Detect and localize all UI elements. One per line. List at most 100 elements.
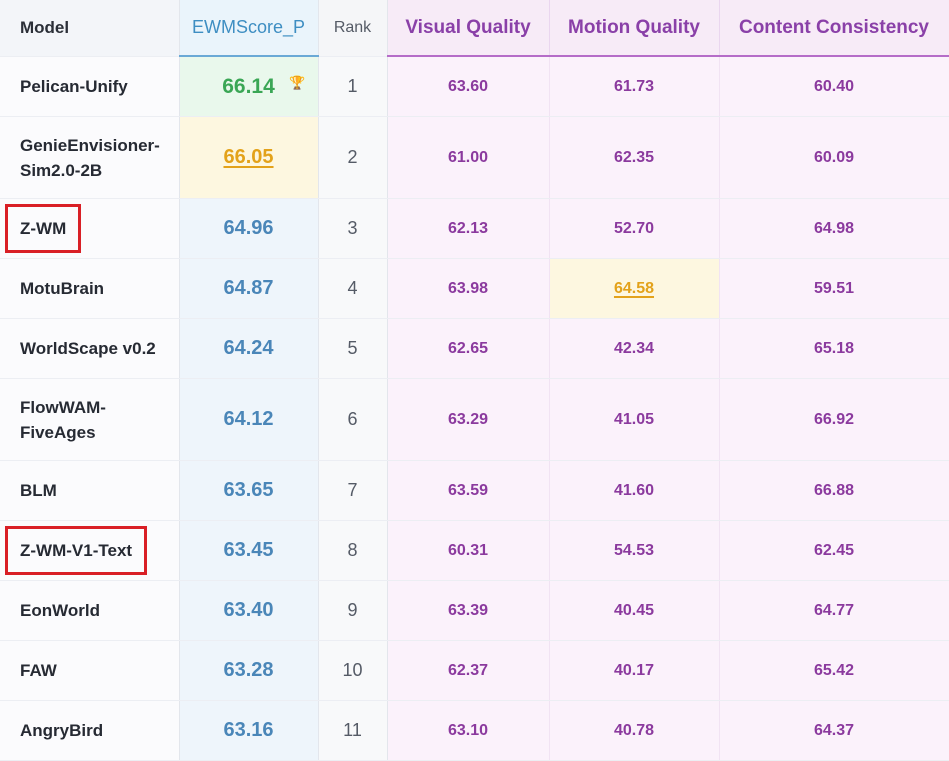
visual-quality-cell: 60.31 (387, 520, 550, 581)
motion-quality-best-value: 64.58 (613, 279, 655, 297)
ewmscore-cell: 64.12 (179, 378, 319, 461)
ewmscore-value: 64.12 (223, 408, 274, 430)
header-rank[interactable]: Rank (318, 0, 388, 57)
model-name: FlowWAM-FiveAges (0, 378, 180, 461)
model-name: WorldScape v0.2 (0, 318, 180, 379)
model-name: MotuBrain (0, 258, 180, 319)
content-consistency-cell: 64.77 (719, 580, 949, 641)
motion-quality-cell: 64.58 (549, 258, 720, 319)
model-name-highlighted: Z-WM-V1-Text (4, 526, 148, 575)
ewmscore-cell: 63.16 (179, 700, 319, 761)
ewmscore-cell: 64.96 (179, 198, 319, 259)
motion-quality-cell: 40.78 (549, 700, 720, 761)
table-row: Pelican-Unify 66.14 🏆 1 63.60 61.73 60.40 (0, 56, 949, 117)
motion-quality-cell: 52.70 (549, 198, 720, 259)
model-name: AngryBird (0, 700, 180, 761)
header-content-consistency[interactable]: Content Consistency (719, 0, 949, 57)
table-row: Z-WM-V1-Text 63.45 8 60.31 54.53 62.45 (0, 520, 949, 581)
model-name: Pelican-Unify (0, 56, 180, 117)
content-consistency-cell: 59.51 (719, 258, 949, 319)
visual-quality-cell: 62.65 (387, 318, 550, 379)
motion-quality-cell: 40.17 (549, 640, 720, 701)
model-name: GenieEnvisioner-Sim2.0-2B (0, 116, 180, 199)
rank-cell: 5 (318, 318, 388, 379)
table-row: Z-WM 64.96 3 62.13 52.70 64.98 (0, 198, 949, 259)
model-name-cell: Z-WM (0, 198, 180, 259)
motion-quality-cell: 61.73 (549, 56, 720, 117)
visual-quality-cell: 63.59 (387, 460, 550, 521)
rank-cell: 8 (318, 520, 388, 581)
content-consistency-cell: 65.18 (719, 318, 949, 379)
leaderboard-table: Model EWMScore_P Rank Visual Quality Mot… (0, 0, 949, 761)
table-row: MotuBrain 64.87 4 63.98 64.58 59.51 (0, 258, 949, 319)
motion-quality-cell: 54.53 (549, 520, 720, 581)
table-header: Model EWMScore_P Rank Visual Quality Mot… (0, 0, 949, 57)
ewmscore-cell: 63.65 (179, 460, 319, 521)
visual-quality-cell: 63.29 (387, 378, 550, 461)
visual-quality-cell: 63.39 (387, 580, 550, 641)
model-name: BLM (0, 460, 180, 521)
content-consistency-cell: 66.92 (719, 378, 949, 461)
rank-cell: 6 (318, 378, 388, 461)
ewmscore-value: 66.14 (222, 74, 275, 98)
rank-cell: 1 (318, 56, 388, 117)
ewmscore-cell: 64.87 (179, 258, 319, 319)
header-visual-quality[interactable]: Visual Quality (387, 0, 550, 57)
rank-cell: 4 (318, 258, 388, 319)
ewmscore-cell: 66.14 🏆 (179, 56, 319, 117)
ewmscore-value: 66.05 (223, 146, 274, 168)
model-name: FAW (0, 640, 180, 701)
ewmscore-value: 64.24 (223, 337, 274, 359)
content-consistency-cell: 62.45 (719, 520, 949, 581)
visual-quality-cell: 63.98 (387, 258, 550, 319)
motion-quality-cell: 62.35 (549, 116, 720, 199)
table-row: FAW 63.28 10 62.37 40.17 65.42 (0, 640, 949, 701)
table-row: FlowWAM-FiveAges 64.12 6 63.29 41.05 66.… (0, 378, 949, 461)
trophy-icon: 🏆 (289, 75, 306, 90)
ewmscore-value: 63.16 (223, 719, 274, 741)
ewmscore-cell: 64.24 (179, 318, 319, 379)
ewmscore-cell: 63.40 (179, 580, 319, 641)
visual-quality-cell: 61.00 (387, 116, 550, 199)
motion-quality-cell: 41.60 (549, 460, 720, 521)
content-consistency-cell: 60.09 (719, 116, 949, 199)
content-consistency-cell: 66.88 (719, 460, 949, 521)
table-row: WorldScape v0.2 64.24 5 62.65 42.34 65.1… (0, 318, 949, 379)
table-row: EonWorld 63.40 9 63.39 40.45 64.77 (0, 580, 949, 641)
visual-quality-cell: 62.13 (387, 198, 550, 259)
ewmscore-cell: 63.28 (179, 640, 319, 701)
rank-cell: 3 (318, 198, 388, 259)
table-row: BLM 63.65 7 63.59 41.60 66.88 (0, 460, 949, 521)
ewmscore-cell: 66.05 (179, 116, 319, 199)
ewmscore-value: 64.96 (223, 217, 274, 239)
motion-quality-cell: 40.45 (549, 580, 720, 641)
visual-quality-cell: 62.37 (387, 640, 550, 701)
rank-cell: 11 (318, 700, 388, 761)
motion-quality-cell: 41.05 (549, 378, 720, 461)
visual-quality-cell: 63.60 (387, 56, 550, 117)
table-row: GenieEnvisioner-Sim2.0-2B 66.05 2 61.00 … (0, 116, 949, 199)
ewmscore-value: 63.40 (223, 599, 274, 621)
content-consistency-cell: 65.42 (719, 640, 949, 701)
rank-cell: 10 (318, 640, 388, 701)
content-consistency-cell: 64.37 (719, 700, 949, 761)
ewmscore-value: 63.28 (223, 659, 274, 681)
motion-quality-cell: 42.34 (549, 318, 720, 379)
content-consistency-cell: 64.98 (719, 198, 949, 259)
header-ewmscore[interactable]: EWMScore_P (179, 0, 319, 57)
ewmscore-value: 63.45 (223, 539, 274, 561)
rank-cell: 9 (318, 580, 388, 641)
model-name: EonWorld (0, 580, 180, 641)
header-motion-quality[interactable]: Motion Quality (549, 0, 720, 57)
ewmscore-value: 63.65 (223, 479, 274, 501)
model-name-highlighted: Z-WM (4, 204, 82, 253)
content-consistency-cell: 60.40 (719, 56, 949, 117)
visual-quality-cell: 63.10 (387, 700, 550, 761)
header-model[interactable]: Model (0, 0, 180, 57)
rank-cell: 2 (318, 116, 388, 199)
rank-cell: 7 (318, 460, 388, 521)
ewmscore-cell: 63.45 (179, 520, 319, 581)
table-row: AngryBird 63.16 11 63.10 40.78 64.37 (0, 700, 949, 761)
model-name-cell: Z-WM-V1-Text (0, 520, 180, 581)
ewmscore-value: 64.87 (223, 277, 274, 299)
